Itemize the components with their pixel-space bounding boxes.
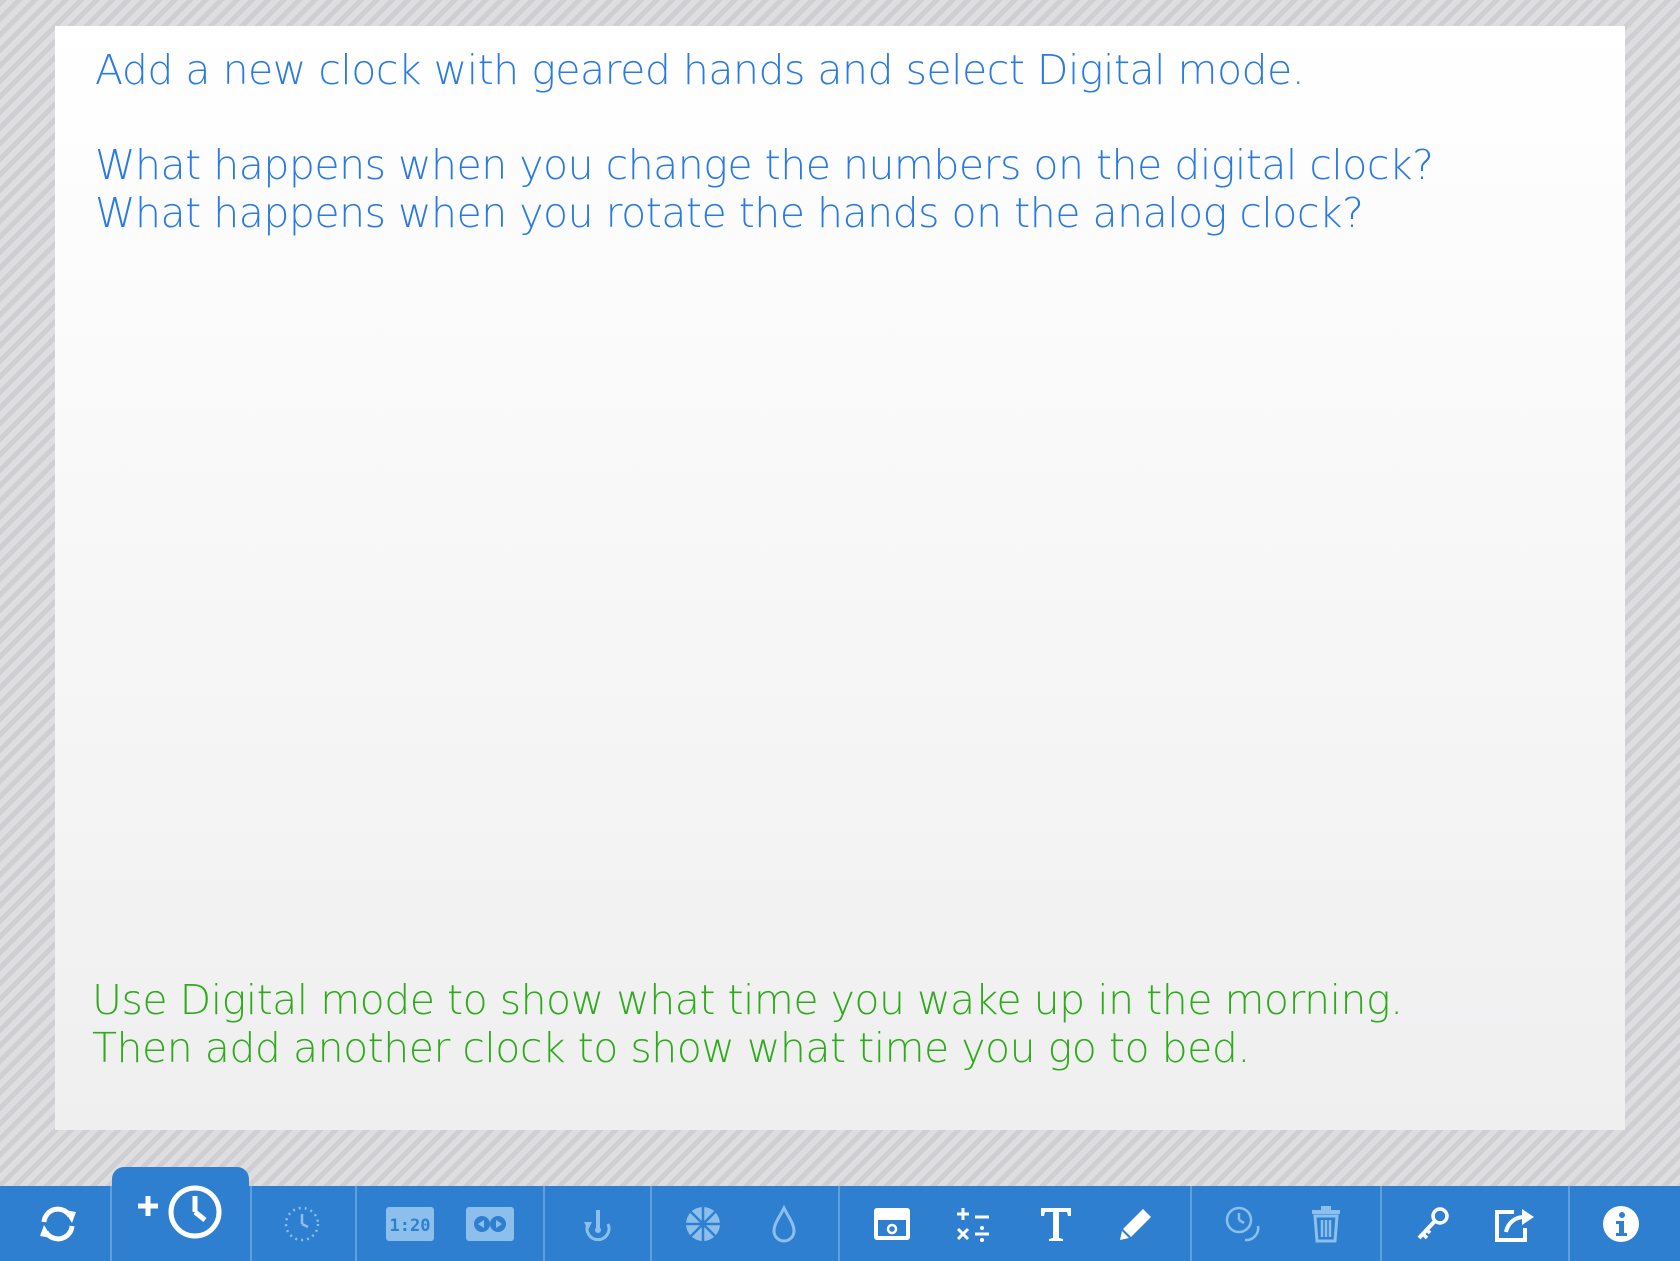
digital-display-icon: 1:20: [386, 1206, 434, 1241]
delete-button[interactable]: [1296, 1186, 1356, 1261]
color-wheel-icon: [686, 1206, 720, 1241]
svg-text:1:20: 1:20: [390, 1216, 431, 1236]
instruction-line: What happens when you change the numbers…: [95, 141, 1434, 189]
text-icon: [1041, 1207, 1071, 1241]
instruction-line: What happens when you rotate the hands o…: [95, 189, 1364, 237]
task-line: Then add another clock to show what time…: [92, 1024, 1250, 1072]
digital-toggle-button[interactable]: [460, 1186, 520, 1261]
reset-button[interactable]: [28, 1186, 88, 1261]
pencil-button[interactable]: [1106, 1186, 1166, 1261]
key-icon: [1417, 1206, 1449, 1239]
pencil-icon: [1120, 1208, 1151, 1240]
math-operators-icon: [956, 1207, 989, 1242]
add-clock-icon: [137, 1185, 221, 1239]
add-clock-button[interactable]: [112, 1167, 249, 1261]
rotate-hands-button[interactable]: [568, 1186, 628, 1261]
digital-toggle-icon: [466, 1206, 514, 1241]
text-button[interactable]: [1026, 1186, 1086, 1261]
clock-face-button[interactable]: [272, 1186, 332, 1261]
fill-drop-icon: [772, 1204, 796, 1242]
instruction-line: Add a new clock with geared hands and se…: [95, 46, 1305, 94]
background-icon: [874, 1207, 910, 1240]
duplicate-clock-icon: [1225, 1206, 1260, 1241]
fill-drop-button[interactable]: [754, 1186, 814, 1261]
task-text[interactable]: Use Digital mode to show what time you w…: [92, 976, 1592, 1072]
task-line: Use Digital mode to show what time you w…: [92, 976, 1403, 1024]
rotate-hands-icon: [584, 1209, 611, 1241]
clock-face-icon: [284, 1206, 320, 1241]
trash-icon: [1312, 1205, 1340, 1242]
color-wheel-button[interactable]: [673, 1186, 733, 1261]
share-icon: [1495, 1208, 1534, 1242]
key-button[interactable]: [1403, 1186, 1463, 1261]
reset-icon: [40, 1206, 76, 1241]
bottom-toolbar: 1:20: [0, 1186, 1680, 1261]
background-button[interactable]: [862, 1186, 922, 1261]
info-icon: [1603, 1205, 1639, 1242]
math-operators-button[interactable]: [943, 1186, 1003, 1261]
share-button[interactable]: [1484, 1186, 1544, 1261]
digital-display-button[interactable]: 1:20: [380, 1186, 440, 1261]
info-button[interactable]: [1591, 1186, 1651, 1261]
workspace-canvas[interactable]: Add a new clock with geared hands and se…: [55, 26, 1625, 1130]
instructions-text[interactable]: Add a new clock with geared hands and se…: [95, 46, 1595, 237]
duplicate-clock-button[interactable]: [1213, 1186, 1273, 1261]
